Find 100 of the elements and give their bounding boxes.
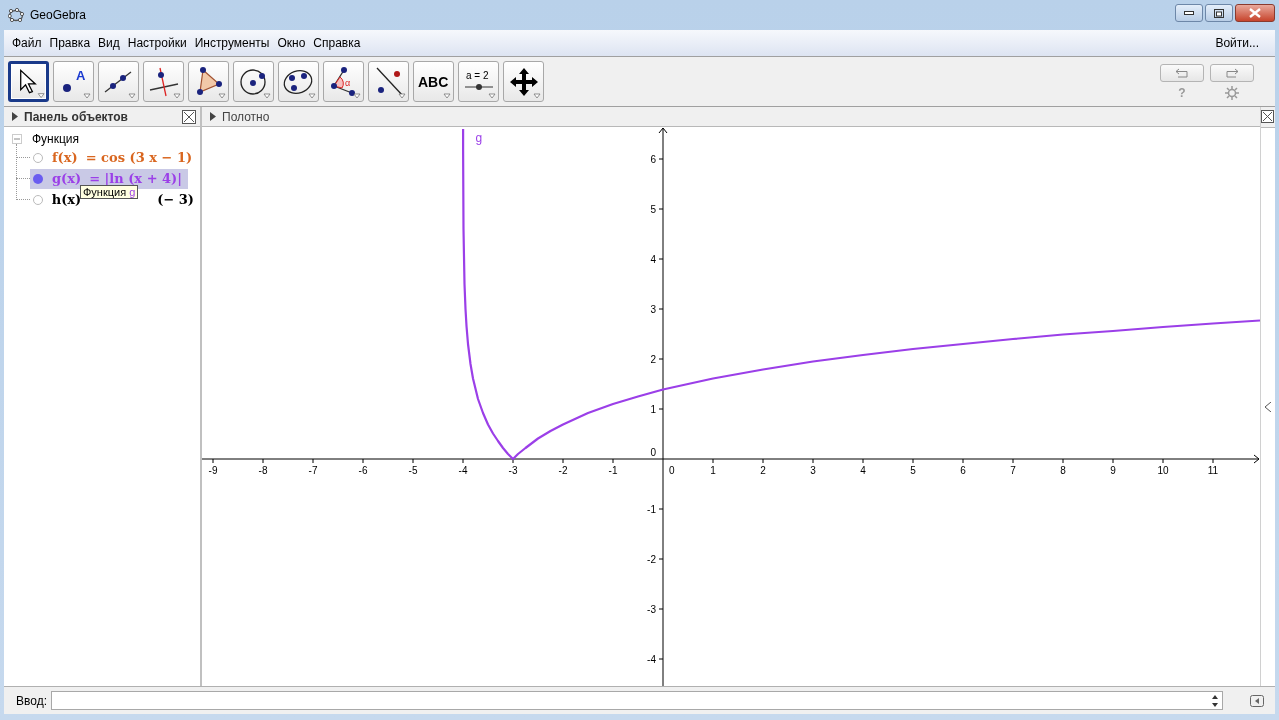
tick-mark	[658, 358, 664, 360]
visibility-toggle[interactable]	[31, 193, 44, 206]
login-link[interactable]: Войти...	[1215, 36, 1275, 50]
spinner-icon[interactable]	[1212, 694, 1218, 707]
tick-mark	[462, 458, 464, 464]
close-icon[interactable]	[182, 109, 196, 124]
menu-item[interactable]: Окно	[273, 36, 310, 50]
x-tick-label: 9	[1110, 465, 1116, 476]
x-tick-label: -1	[608, 465, 618, 476]
tick-mark	[658, 258, 664, 260]
menu-item[interactable]: Настройки	[123, 36, 191, 50]
x-tick-label: -9	[208, 465, 218, 476]
tick-mark	[1012, 458, 1014, 464]
tool-button[interactable]	[233, 61, 274, 102]
tick-mark	[712, 458, 714, 464]
function-name: g(x)	[52, 171, 82, 186]
panel-toggle-icon[interactable]	[210, 112, 216, 121]
function-name: f(x)	[52, 150, 78, 165]
tooltip: Функция g	[80, 185, 139, 199]
x-tick-label: 6	[960, 465, 966, 476]
tool-button[interactable]	[368, 61, 409, 102]
close-icon	[1249, 8, 1261, 18]
tick-mark	[862, 458, 864, 464]
tick-mark	[1162, 458, 1164, 464]
tool-button[interactable]: A	[53, 61, 94, 102]
x-tick-label: 4	[860, 465, 866, 476]
tool-button[interactable]	[188, 61, 229, 102]
origin-label: 0	[650, 447, 656, 458]
function-formula: (− 3)	[157, 192, 194, 207]
tool-button[interactable]	[98, 61, 139, 102]
tool-button[interactable]: ABC	[413, 61, 454, 102]
input-field[interactable]	[51, 691, 1223, 710]
tick-mark	[512, 458, 514, 464]
y-tick-label: 5	[650, 204, 656, 215]
tool-button[interactable]: a = 2	[458, 61, 499, 102]
tick-mark	[562, 458, 564, 464]
x-tick-label: -8	[258, 465, 268, 476]
y-tick-label: -4	[647, 654, 656, 665]
tick-mark	[412, 458, 414, 464]
window-title: GeoGebra	[30, 8, 87, 22]
visibility-toggle[interactable]	[32, 172, 44, 185]
undo-icon	[1175, 67, 1189, 78]
maximize-button[interactable]	[1205, 4, 1233, 22]
panel-title: Полотно	[222, 109, 270, 124]
tick-mark	[658, 208, 664, 210]
y-tick-label: 6	[650, 154, 656, 165]
tick-mark	[312, 458, 314, 464]
close-icon[interactable]	[1261, 110, 1275, 124]
visibility-toggle[interactable]	[32, 151, 44, 164]
tool-button[interactable]	[143, 61, 184, 102]
menu-item[interactable]: Вид	[94, 36, 124, 50]
collapse-left-icon	[1250, 694, 1264, 707]
tool-button[interactable]	[278, 61, 319, 102]
x-tick-label: -5	[408, 465, 418, 476]
x-tick-label: 8	[1060, 465, 1066, 476]
input-label: Ввод:	[16, 693, 47, 708]
tick-mark	[612, 458, 614, 464]
tick-mark	[812, 458, 814, 464]
x-tick-label: 5	[910, 465, 916, 476]
x-tick-label: 10	[1157, 465, 1169, 476]
minimize-button[interactable]	[1175, 4, 1203, 22]
tool-button[interactable]: α	[323, 61, 364, 102]
app-logo-icon	[8, 7, 24, 23]
tool-button[interactable]	[8, 61, 49, 102]
tick-mark	[658, 508, 664, 510]
x-tick-label: 3	[810, 465, 816, 476]
x-tick-label: -2	[558, 465, 568, 476]
side-panel-toggle-icon[interactable]	[1265, 402, 1271, 412]
panel-title: Панель объектов	[24, 109, 128, 124]
tick-mark	[658, 408, 664, 410]
y-tick-label: 1	[650, 404, 656, 415]
tick-mark	[658, 158, 664, 160]
menu-item[interactable]: Файл	[8, 36, 46, 50]
menu-item[interactable]: Инструменты	[190, 36, 274, 50]
function-formula: = |ln (x + 4)|	[89, 171, 182, 186]
x-tick-label: -6	[358, 465, 368, 476]
menu-item[interactable]: Справка	[309, 36, 365, 50]
tick-mark	[1062, 458, 1064, 464]
tool-button[interactable]	[503, 61, 544, 102]
category-label: Функция	[32, 131, 80, 146]
tick-mark	[1112, 458, 1114, 464]
tick-mark	[658, 558, 664, 560]
y-tick-label: 3	[650, 304, 656, 315]
panel-toggle-icon[interactable]	[12, 112, 18, 121]
tick-mark	[762, 458, 764, 464]
x-tick-label: -4	[458, 465, 468, 476]
close-button[interactable]	[1235, 4, 1275, 22]
redo-icon	[1225, 67, 1239, 78]
tick-mark	[912, 458, 914, 464]
tick-mark	[658, 608, 664, 610]
function-formula: = cos (3 x − 1)	[85, 150, 193, 165]
x-tick-label: 2	[760, 465, 766, 476]
x-tick-label: 1	[710, 465, 716, 476]
tick-mark	[658, 658, 664, 660]
x-tick-label: -7	[308, 465, 318, 476]
restore-icon	[1214, 8, 1224, 18]
origin-label: 0	[669, 465, 675, 476]
y-tick-label: -1	[647, 504, 656, 515]
menu-item[interactable]: Правка	[45, 36, 95, 50]
x-tick-label: 11	[1207, 465, 1219, 476]
